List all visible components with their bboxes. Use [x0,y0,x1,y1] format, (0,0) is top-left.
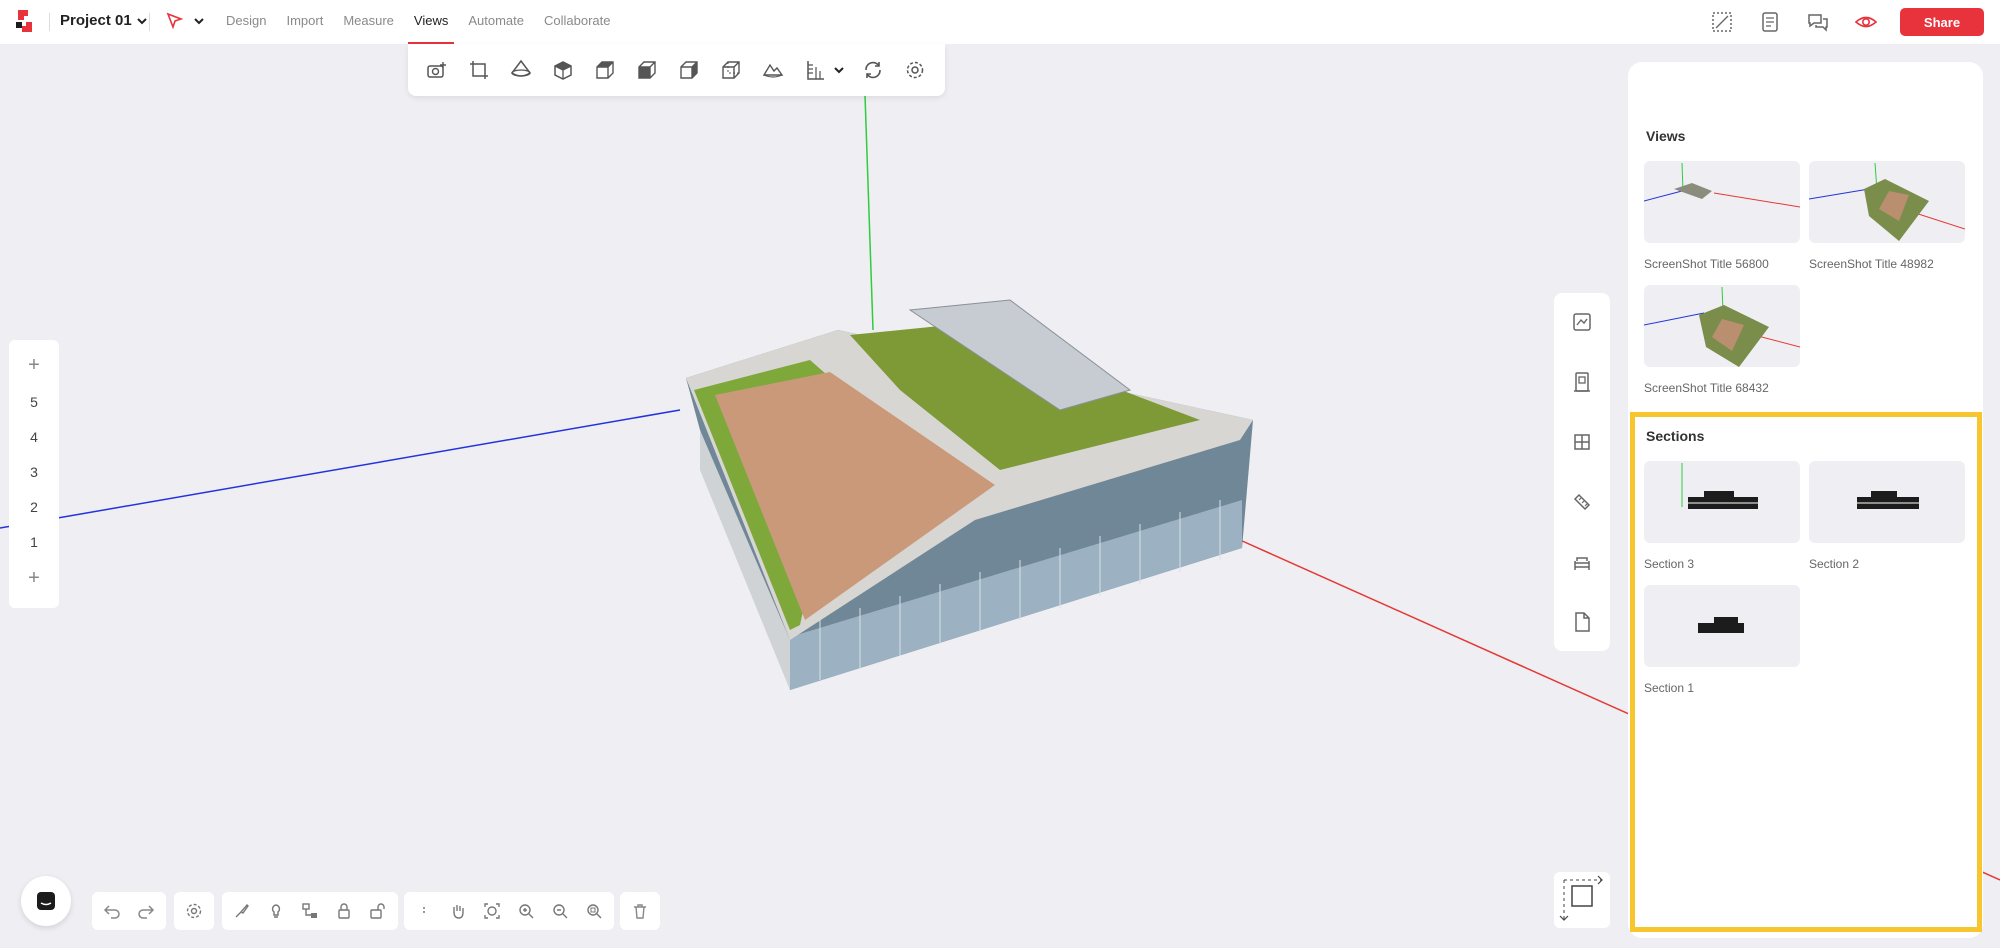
view-cube[interactable] [1554,872,1610,928]
area-icon[interactable] [1708,8,1736,36]
settings-group [174,892,214,930]
view-label: ScreenShot Title 68432 [1644,381,1769,395]
lock-icon[interactable] [332,899,356,923]
right-view-icon[interactable] [674,55,704,85]
select-tool-dropdown[interactable] [165,11,205,31]
menu-measure[interactable]: Measure [333,0,404,44]
settings-icon[interactable] [182,899,206,923]
zoom-out-icon[interactable] [548,899,572,923]
document-icon[interactable] [1567,605,1597,639]
chevron-down-icon [137,17,147,24]
pan-hand-icon[interactable] [446,899,470,923]
elevator-icon[interactable] [1567,365,1597,399]
level-item[interactable]: 5 [9,384,59,419]
view-toolbar [408,44,945,96]
undo-icon[interactable] [100,899,124,923]
chat-button[interactable] [21,876,71,926]
chevron-down-icon [194,18,204,25]
level-item[interactable]: 3 [9,454,59,489]
view-card[interactable]: ScreenShot Title 68432 [1644,285,1800,395]
divider [149,13,150,31]
light-bulb-icon[interactable] [264,899,288,923]
delete-group [620,892,660,930]
report-icon[interactable] [1756,8,1784,36]
view-thumbnail [1644,161,1800,243]
unlock-icon[interactable] [366,899,390,923]
level-item[interactable]: 2 [9,489,59,524]
hierarchy-icon[interactable] [298,899,322,923]
menu-import[interactable]: Import [276,0,333,44]
project-name: Project 01 [60,12,132,29]
sections-highlight-frame [1630,412,1982,932]
comments-icon[interactable] [1804,8,1832,36]
edit-tools-group [222,892,398,930]
back-view-icon[interactable] [716,55,746,85]
top-view-icon[interactable] [590,55,620,85]
level-item[interactable]: 1 [9,524,59,559]
share-button[interactable]: Share [1900,8,1984,36]
views-panel-icon[interactable] [1567,305,1597,339]
main-menu: Design Import Measure Views Automate Col… [216,0,621,44]
zoom-window-icon[interactable] [582,899,606,923]
view-thumbnail [1644,285,1800,367]
elevation-icon[interactable] [800,55,830,85]
top-right-actions: Share [1708,0,1984,44]
menu-automate[interactable]: Automate [458,0,534,44]
top-bar: Project 01 Design Import Measure Views A… [0,0,2000,44]
rotate-icon[interactable] [858,55,888,85]
view-label: ScreenShot Title 56800 [1644,257,1769,271]
level-item[interactable]: 4 [9,419,59,454]
level-selector: + 5 4 3 2 1 + [9,340,59,608]
chevron-down-icon[interactable] [832,55,846,85]
terrain-icon[interactable] [758,55,788,85]
front-view-icon[interactable] [632,55,662,85]
zoom-in-icon[interactable] [514,899,538,923]
view-label: ScreenShot Title 48982 [1809,257,1934,271]
perspective-icon[interactable] [506,55,536,85]
ruler-icon[interactable] [1567,485,1597,519]
add-level-top-button[interactable]: + [9,346,59,384]
divider [49,13,50,31]
grid-icon[interactable] [1567,425,1597,459]
view-thumbnail [1809,161,1965,243]
add-level-bottom-button[interactable]: + [9,559,59,597]
furniture-icon[interactable] [1567,545,1597,579]
menu-design[interactable]: Design [216,0,276,44]
project-selector[interactable]: Project 01 [60,12,148,29]
history-group [92,892,166,930]
redo-icon[interactable] [134,899,158,923]
chat-icon [37,892,55,910]
navigation-group [404,892,614,930]
view-card[interactable]: ScreenShot Title 48982 [1809,161,1965,271]
crop-icon[interactable] [464,55,494,85]
menu-collaborate[interactable]: Collaborate [534,0,621,44]
menu-views[interactable]: Views [404,0,458,44]
cursor-icon [166,12,184,30]
settings-icon[interactable] [900,55,930,85]
iso-view-icon[interactable] [548,55,578,85]
side-toolbar [1554,293,1610,651]
trash-icon[interactable] [628,899,652,923]
view-card[interactable]: ScreenShot Title 56800 [1644,161,1800,271]
paint-icon[interactable] [230,899,254,923]
app-logo-icon[interactable] [14,8,36,34]
view-cube-icon [1559,875,1603,921]
zoom-extents-icon[interactable] [480,899,504,923]
more-vertical-icon[interactable] [412,899,436,923]
views-title: Views [1646,128,1686,144]
eye-icon[interactable] [1852,8,1880,36]
camera-add-icon[interactable] [422,55,452,85]
